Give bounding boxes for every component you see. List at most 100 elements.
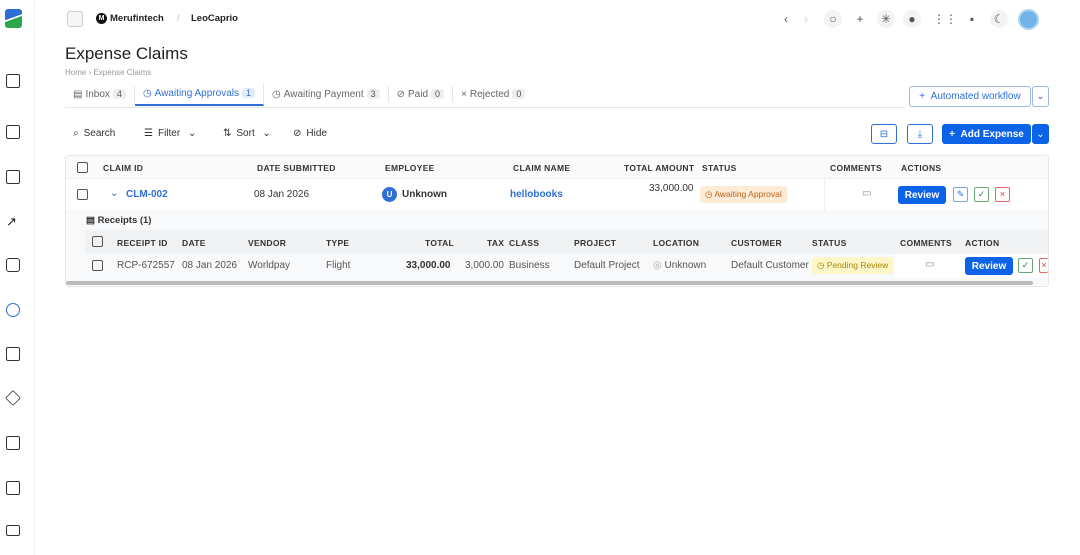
reject-x-icon[interactable]: × — [995, 187, 1010, 202]
sparkle-icon[interactable]: ✳ — [877, 10, 895, 28]
claim-id-link[interactable]: CLM-002 — [126, 189, 168, 200]
archive-icon[interactable] — [6, 347, 20, 361]
comment-icon[interactable]: ▭ — [925, 259, 934, 270]
approve-check-icon[interactable]: ✓ — [1018, 258, 1033, 273]
reject-x-icon[interactable]: × — [1039, 258, 1048, 273]
tab-inbox[interactable]: ▤ Inbox 4 — [65, 86, 135, 102]
building-icon[interactable] — [6, 170, 20, 184]
archive-button[interactable]: ⊟ — [871, 124, 897, 144]
filter-label: Filter — [157, 128, 181, 139]
add-expense-dropdown[interactable]: ⌄ — [1032, 124, 1049, 144]
col-date[interactable]: DATE — [182, 238, 206, 248]
truck-icon[interactable] — [6, 525, 20, 536]
receipt-checkbox[interactable] — [92, 260, 103, 271]
download-button[interactable]: ⤓ — [907, 124, 933, 144]
dark-mode-icon[interactable]: ☾ — [990, 10, 1008, 28]
col-tax[interactable]: TAX — [487, 238, 504, 248]
receipts-title: Receipts (1) — [97, 215, 152, 226]
claim-name-link[interactable]: hellobooks — [510, 189, 563, 200]
search-icon[interactable]: ○ — [824, 10, 842, 28]
clock-icon[interactable] — [6, 303, 20, 317]
col-customer[interactable]: CUSTOMER — [731, 238, 782, 248]
receipt-class: Business — [509, 260, 550, 271]
user-avatar[interactable] — [1018, 9, 1039, 30]
col-claim-id[interactable]: CLAIM ID — [103, 163, 143, 173]
approve-check-icon[interactable]: ✓ — [974, 187, 989, 202]
col-action[interactable]: ACTION — [965, 238, 999, 248]
plus-icon[interactable]: + — [851, 10, 869, 28]
back-icon[interactable]: ‹ — [777, 10, 795, 28]
col-vendor[interactable]: VENDOR — [248, 238, 286, 248]
table-row: ⌄ CLM-002 08 Jan 2026 U Unknown helloboo… — [66, 179, 1048, 210]
user-switcher[interactable]: LeoCaprio — [191, 13, 238, 24]
search-label: Search — [83, 128, 116, 139]
col-date-submitted[interactable]: DATE SUBMITTED — [257, 163, 336, 173]
status-badge: ◷ Awaiting Approval — [700, 186, 787, 203]
col-project[interactable]: PROJECT — [574, 238, 616, 248]
workflow-dropdown-button[interactable]: ⌄ — [1032, 86, 1049, 107]
automated-workflow-label: Automated workflow — [930, 91, 1021, 102]
widgets-icon[interactable]: ▪ — [963, 10, 981, 28]
expand-chevron-icon[interactable]: ⌄ — [110, 188, 118, 199]
col-location[interactable]: LOCATION — [653, 238, 699, 248]
apps-grid-icon[interactable]: ⋮⋮ — [933, 10, 957, 28]
tab-awaiting-payment[interactable]: ◷ Awaiting Payment 3 — [264, 86, 389, 102]
calculator-icon[interactable] — [6, 125, 20, 139]
filter-button[interactable]: ☰ Filter ⌄ — [144, 128, 196, 139]
comment-icon[interactable]: ▭ — [862, 188, 871, 199]
package-icon[interactable] — [5, 390, 21, 406]
receipt-customer: Default Customer — [731, 260, 809, 271]
app-logo — [5, 9, 22, 28]
col-total[interactable]: TOTAL — [425, 238, 454, 248]
search-button[interactable]: ⌕ Search — [73, 128, 115, 139]
tab-awaiting-approvals[interactable]: ◷ Awaiting Approvals 1 — [134, 84, 264, 106]
tab-paid[interactable]: ⊘ Paid 0 — [389, 86, 454, 102]
select-all-checkbox[interactable] — [77, 162, 88, 173]
add-expense-label: Add Expense — [960, 128, 1024, 140]
col-class[interactable]: CLASS — [509, 238, 539, 248]
dashboard-icon[interactable] — [6, 74, 20, 88]
breadcrumb-home[interactable]: Home — [65, 68, 86, 77]
col-receipt-id[interactable]: RECEIPT ID — [117, 238, 168, 248]
receipt-type: Flight — [326, 260, 351, 271]
tab-count: 4 — [112, 89, 126, 99]
receipt-total: 33,000.00 — [406, 260, 451, 271]
sidebar-toggle-icon[interactable] — [67, 11, 83, 27]
col-claim-name[interactable]: CLAIM NAME — [513, 163, 570, 173]
sort-button[interactable]: ⇅ Sort ⌄ — [223, 128, 271, 139]
automated-workflow-button[interactable]: + Automated workflow — [909, 86, 1031, 107]
trending-up-icon[interactable]: ↗ — [6, 214, 17, 230]
clock-icon: ◷ — [142, 87, 152, 99]
col-status[interactable]: STATUS — [702, 163, 737, 173]
eye-off-icon: ⊘ — [293, 128, 302, 139]
col-actions[interactable]: ACTIONS — [901, 163, 941, 173]
edit-icon[interactable]: ✎ — [953, 187, 968, 202]
col-comments[interactable]: COMMENTS — [830, 163, 882, 173]
employee-avatar: U — [382, 187, 397, 202]
receipts-header: RECEIPT ID DATE VENDOR TYPE TOTAL TAX CL… — [85, 230, 1048, 254]
report-icon[interactable] — [6, 436, 20, 450]
col-type[interactable]: TYPE — [326, 238, 349, 248]
col-employee[interactable]: EMPLOYEE — [385, 163, 435, 173]
select-all-receipts-checkbox[interactable] — [92, 236, 103, 247]
forward-icon[interactable]: › — [797, 10, 815, 28]
receipt-id: RCP-672557 — [117, 260, 175, 271]
hide-button[interactable]: ⊘ Hide — [293, 128, 327, 139]
bag-icon[interactable] — [6, 258, 20, 272]
review-button[interactable]: Review — [898, 186, 946, 204]
dollar-icon[interactable] — [6, 481, 20, 495]
col-total-amount[interactable]: TOTAL AMOUNT — [624, 163, 694, 173]
breadcrumb-separator: / — [177, 13, 180, 24]
horizontal-scrollbar[interactable] — [66, 281, 1033, 285]
review-button[interactable]: Review — [965, 257, 1013, 275]
microphone-icon[interactable]: ● — [903, 10, 921, 28]
hide-label: Hide — [306, 128, 327, 139]
col-status[interactable]: STATUS — [812, 238, 847, 248]
add-expense-button[interactable]: + Add Expense — [942, 124, 1031, 144]
location-pin-icon: ◎ — [653, 260, 665, 271]
tab-label: Awaiting Approvals — [154, 87, 239, 99]
tab-rejected[interactable]: × Rejected 0 — [453, 86, 533, 102]
row-checkbox[interactable] — [77, 189, 88, 200]
col-comments[interactable]: COMMENTS — [900, 238, 952, 248]
org-switcher[interactable]: Merufintech — [110, 13, 164, 24]
